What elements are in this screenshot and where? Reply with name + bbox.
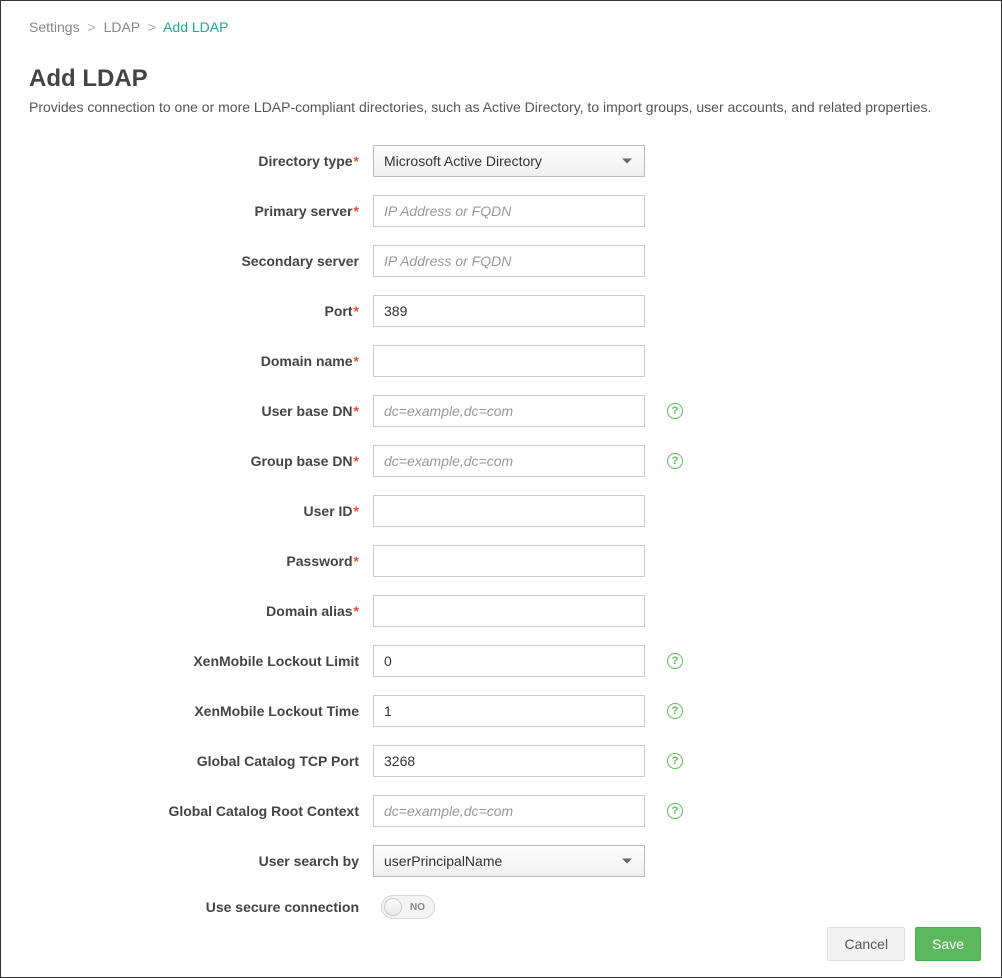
- chevron-down-icon: [622, 859, 632, 864]
- chevron-down-icon: [622, 159, 632, 164]
- password-label: Password*: [29, 553, 373, 569]
- page-subtitle: Provides connection to one or more LDAP-…: [29, 99, 973, 115]
- primary-server-label: Primary server*: [29, 203, 373, 219]
- port-label: Port*: [29, 303, 373, 319]
- secondary-server-input[interactable]: [373, 245, 645, 277]
- user-id-label: User ID*: [29, 503, 373, 519]
- lockout-limit-input[interactable]: [373, 645, 645, 677]
- breadcrumb-item-settings[interactable]: Settings: [29, 19, 80, 35]
- help-icon[interactable]: ?: [667, 403, 683, 419]
- help-icon[interactable]: ?: [667, 703, 683, 719]
- toggle-value: NO: [410, 902, 425, 913]
- user-search-by-label: User search by: [29, 853, 373, 869]
- secure-connection-label: Use secure connection: [29, 899, 373, 915]
- breadcrumb: Settings > LDAP > Add LDAP: [29, 19, 973, 35]
- breadcrumb-sep: >: [87, 19, 95, 35]
- cancel-button[interactable]: Cancel: [827, 927, 905, 961]
- primary-server-input[interactable]: [373, 195, 645, 227]
- gc-tcp-port-input[interactable]: [373, 745, 645, 777]
- toggle-knob-icon: [384, 898, 402, 916]
- help-icon[interactable]: ?: [667, 753, 683, 769]
- user-base-dn-input[interactable]: [373, 395, 645, 427]
- group-base-dn-input[interactable]: [373, 445, 645, 477]
- breadcrumb-sep: >: [148, 19, 156, 35]
- user-search-by-select[interactable]: userPrincipalName: [373, 845, 645, 877]
- secure-connection-toggle[interactable]: NO: [381, 895, 435, 919]
- breadcrumb-item-ldap[interactable]: LDAP: [104, 19, 140, 35]
- directory-type-label: Directory type*: [29, 153, 373, 169]
- domain-name-input[interactable]: [373, 345, 645, 377]
- domain-alias-label: Domain alias*: [29, 603, 373, 619]
- page-title: Add LDAP: [29, 65, 973, 93]
- domain-name-label: Domain name*: [29, 353, 373, 369]
- save-button[interactable]: Save: [915, 927, 981, 961]
- gc-root-context-label: Global Catalog Root Context: [29, 803, 373, 819]
- help-icon[interactable]: ?: [667, 653, 683, 669]
- lockout-time-label: XenMobile Lockout Time: [29, 703, 373, 719]
- password-input[interactable]: [373, 545, 645, 577]
- gc-tcp-port-label: Global Catalog TCP Port: [29, 753, 373, 769]
- help-icon[interactable]: ?: [667, 453, 683, 469]
- breadcrumb-current: Add LDAP: [163, 19, 228, 35]
- user-id-input[interactable]: [373, 495, 645, 527]
- lockout-time-input[interactable]: [373, 695, 645, 727]
- secondary-server-label: Secondary server: [29, 253, 373, 269]
- group-base-dn-label: Group base DN*: [29, 453, 373, 469]
- user-base-dn-label: User base DN*: [29, 403, 373, 419]
- gc-root-context-input[interactable]: [373, 795, 645, 827]
- port-input[interactable]: [373, 295, 645, 327]
- directory-type-select[interactable]: Microsoft Active Directory: [373, 145, 645, 177]
- help-icon[interactable]: ?: [667, 803, 683, 819]
- domain-alias-input[interactable]: [373, 595, 645, 627]
- lockout-limit-label: XenMobile Lockout Limit: [29, 653, 373, 669]
